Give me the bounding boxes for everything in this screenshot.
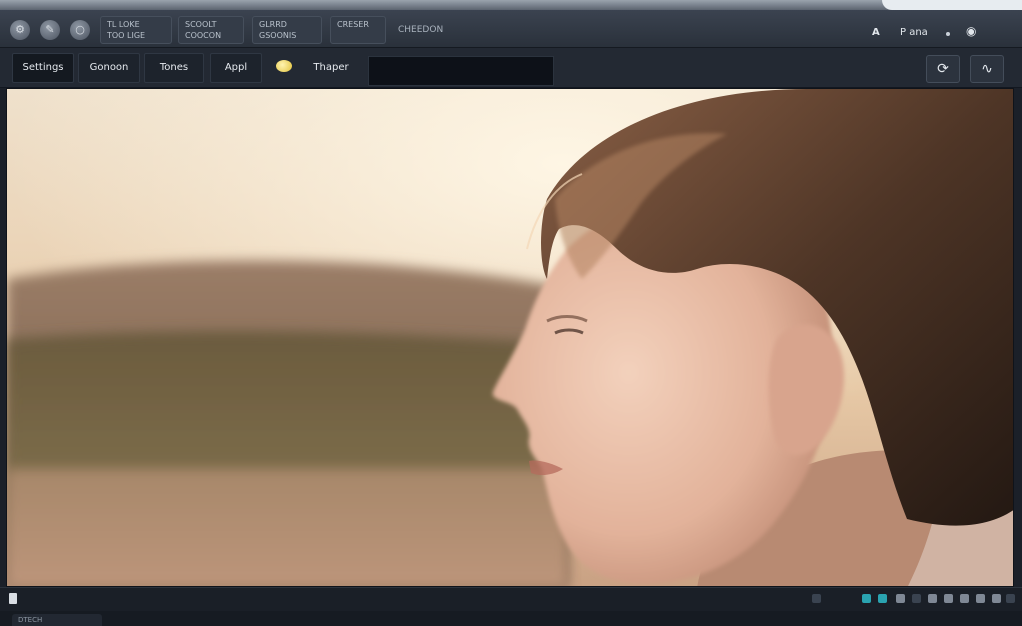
menu-icon[interactable]: [1006, 594, 1015, 603]
sun-icon[interactable]: [276, 60, 292, 72]
mask-icon[interactable]: [862, 594, 871, 603]
layers-icon[interactable]: [812, 594, 821, 603]
font-button[interactable]: A: [872, 27, 880, 38]
toolbar-group-4[interactable]: CRESER: [330, 16, 386, 44]
adjust-icon[interactable]: [878, 594, 887, 603]
globe-icon[interactable]: ○: [70, 20, 90, 40]
toolbar-group-3-line1: GLRRD: [259, 20, 287, 29]
title-strip: [0, 0, 1022, 10]
dot-icon: [946, 32, 950, 36]
toolbar-group-1-line1: TL LOKE: [107, 20, 140, 29]
tab-appl[interactable]: Appl: [210, 53, 262, 83]
settings-icon[interactable]: ◉: [966, 24, 976, 38]
grid-icon[interactable]: [912, 594, 921, 603]
toolbar-group-2[interactable]: SCOOLT COOCON: [178, 16, 244, 44]
rotate-icon[interactable]: ⟳: [926, 55, 960, 83]
toolbar-group-1[interactable]: TL LOKE TOO LIGE: [100, 16, 172, 44]
toolbar-group-2-line1: SCOOLT: [185, 20, 217, 29]
tool-icon[interactable]: ⚙: [10, 20, 30, 40]
bottom-tab[interactable]: DTECH: [12, 614, 102, 626]
toolbar-group-5[interactable]: CHEEDON: [398, 25, 443, 35]
tab-tones[interactable]: Tones: [144, 53, 204, 83]
image-canvas[interactable]: [6, 88, 1014, 587]
export-icon[interactable]: [992, 594, 1001, 603]
brush-icon[interactable]: ✎: [40, 20, 60, 40]
compare-icon[interactable]: [976, 594, 985, 603]
tab-thaper[interactable]: Thaper: [300, 53, 362, 83]
tab-settings[interactable]: Settings: [12, 53, 74, 83]
tab-gonoon[interactable]: Gonoon: [78, 53, 140, 83]
toolbar-group-3-line2: GSOONIS: [259, 31, 297, 40]
history-icon[interactable]: [960, 594, 969, 603]
toolbar: ⚙ ✎ ○ TL LOKE TOO LIGE SCOOLT COOCON GLR…: [0, 10, 1022, 48]
toolbar-group-4-line1: CRESER: [337, 20, 369, 29]
filter-input[interactable]: [368, 56, 554, 86]
crop-icon[interactable]: [896, 594, 905, 603]
woman-profile-photo: [7, 89, 1013, 586]
toolbar-group-3[interactable]: GLRRD GSOONIS: [252, 16, 322, 44]
status-bar: [0, 587, 1022, 611]
zoom-icon[interactable]: [928, 594, 937, 603]
top-menu[interactable]: P ana: [900, 27, 928, 38]
wand-icon[interactable]: ∿: [970, 55, 1004, 83]
info-icon[interactable]: [944, 594, 953, 603]
page-icon[interactable]: [9, 593, 17, 604]
toolbar-group-1-line2: TOO LIGE: [107, 31, 146, 40]
photo-editor-window: ⚙ ✎ ○ TL LOKE TOO LIGE SCOOLT COOCON GLR…: [0, 0, 1022, 626]
window-corner: [882, 0, 1022, 10]
bottom-panel: DTECH: [0, 611, 1022, 626]
toolbar-group-2-line2: COOCON: [185, 31, 222, 40]
